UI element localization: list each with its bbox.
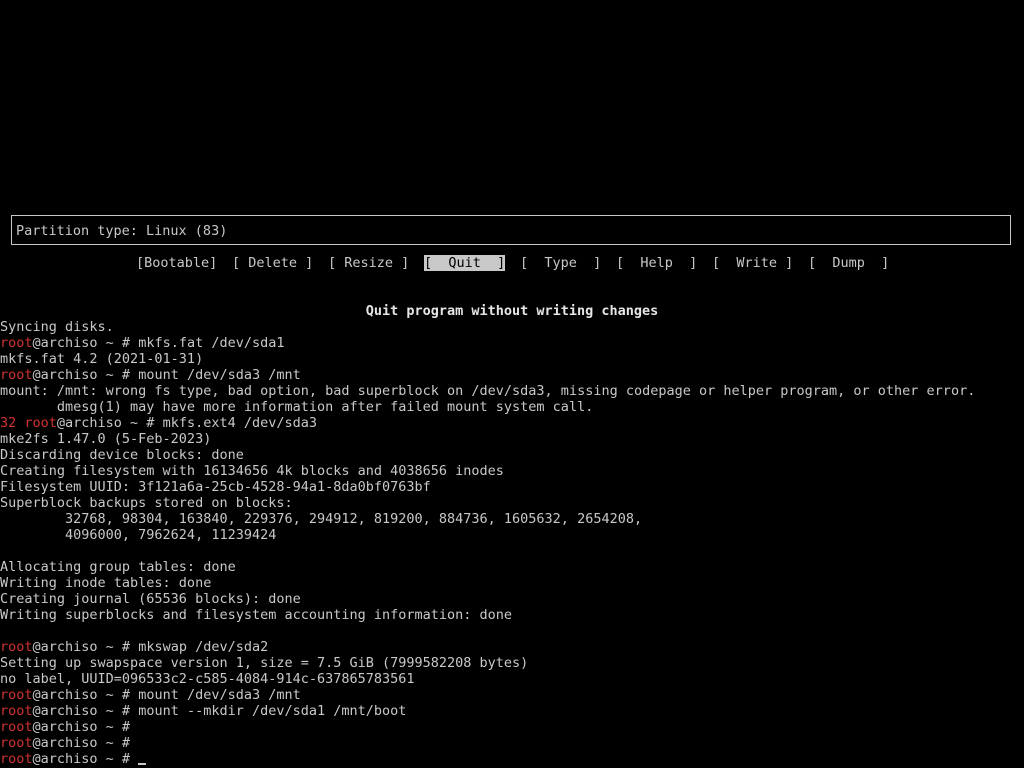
prompt-host: @archiso ~ # (32, 335, 139, 351)
prompt-line: root@archiso ~ # mkswap /dev/sda2 (0, 639, 1024, 655)
output-line: Allocating group tables: done (0, 559, 236, 575)
prompt-line: root@archiso ~ # mount --mkdir /dev/sda1… (0, 703, 1024, 719)
output-line: Setting up swapspace version 1, size = 7… (0, 655, 529, 671)
command-text: mount --mkdir /dev/sda1 /mnt/boot (138, 703, 407, 719)
partition-type-text: Partition type: Linux (83) (16, 223, 228, 239)
text-cursor (138, 763, 147, 765)
terminal-screen[interactable]: Partition type: Linux (83) [Bootable] [ … (0, 0, 1024, 768)
output-line: Creating journal (65536 blocks): done (0, 591, 301, 607)
output-line: Syncing disks. (0, 319, 114, 335)
prompt-host: @archiso ~ # (32, 751, 139, 767)
prompt-line: root@archiso ~ # mount /dev/sda3 /mnt (0, 687, 1024, 703)
prompt-host: @archiso ~ # (32, 703, 139, 719)
prompt-host: @archiso ~ # (32, 367, 139, 383)
prompt-user: root (0, 687, 33, 703)
prompt-user: root (24, 415, 57, 431)
output-line: mke2fs 1.47.0 (5-Feb-2023) (0, 431, 212, 447)
prompt-user: root (0, 639, 33, 655)
command-text: mkfs.fat /dev/sda1 (138, 335, 285, 351)
menu-quit-button[interactable]: [ Quit ] (424, 255, 506, 271)
output-line: mount: /mnt: wrong fs type, bad option, … (0, 383, 976, 399)
output-line: Creating filesystem with 16134656 4k blo… (0, 463, 504, 479)
partition-info-box: Partition type: Linux (83) (11, 215, 1011, 245)
cfdisk-menu-bar: [Bootable] [ Delete ] [ Resize ] [ Quit … (0, 255, 1024, 271)
exit-code: 32 (0, 415, 25, 431)
menu-write-button[interactable]: [ Write ] (712, 255, 793, 271)
output-line: no label, UUID=096533c2-c585-4084-914c-6… (0, 671, 415, 687)
menu-dump-button[interactable]: [ Dump ] (808, 255, 889, 271)
prompt-user: root (0, 367, 33, 383)
output-line: Discarding device blocks: done (0, 447, 244, 463)
prompt-user: root (0, 703, 33, 719)
prompt-line: 32 root@archiso ~ # mkfs.ext4 /dev/sda3 (0, 415, 1024, 431)
prompt-line: root@archiso ~ # (0, 735, 1024, 751)
output-line: Superblock backups stored on blocks: (0, 495, 293, 511)
menu-bootable-button[interactable]: [Bootable] (136, 255, 217, 271)
prompt-line: root@archiso ~ # (0, 719, 1024, 735)
prompt-host: @archiso ~ # (32, 687, 139, 703)
prompt-user: root (0, 719, 33, 735)
command-text: mount /dev/sda3 /mnt (138, 687, 301, 703)
command-text: mkfs.ext4 /dev/sda3 (162, 415, 318, 431)
output-line: 4096000, 7962624, 11239424 (0, 527, 277, 543)
prompt-line: root@archiso ~ # mount /dev/sda3 /mnt (0, 367, 1024, 383)
output-line: dmesg(1) may have more information after… (0, 399, 594, 415)
menu-delete-button[interactable]: [ Delete ] (232, 255, 313, 271)
prompt-user: root (0, 335, 33, 351)
output-line: Writing inode tables: done (0, 575, 212, 591)
prompt-host: @archiso ~ # (32, 735, 139, 751)
output-line: 32768, 98304, 163840, 229376, 294912, 81… (0, 511, 643, 527)
menu-type-button[interactable]: [ Type ] (520, 255, 601, 271)
prompt-user: root (0, 735, 33, 751)
menu-resize-button[interactable]: [ Resize ] (328, 255, 409, 271)
command-text: mount /dev/sda3 /mnt (138, 367, 301, 383)
output-line: mkfs.fat 4.2 (2021-01-31) (0, 351, 204, 367)
prompt-line: root@archiso ~ # mkfs.fat /dev/sda1 (0, 335, 1024, 351)
prompt-host: @archiso ~ # (56, 415, 163, 431)
active-prompt-line[interactable]: root@archiso ~ # (0, 751, 1024, 767)
output-line: Writing superblocks and filesystem accou… (0, 607, 513, 623)
prompt-host: @archiso ~ # (32, 639, 139, 655)
menu-help-button[interactable]: [ Help ] (616, 255, 697, 271)
terminal-output: Syncing disks. root@archiso ~ # mkfs.fat… (0, 319, 1024, 768)
prompt-host: @archiso ~ # (32, 719, 139, 735)
command-text: mkswap /dev/sda2 (138, 639, 269, 655)
prompt-user: root (0, 751, 33, 767)
status-message: Quit program without writing changes (365, 303, 659, 319)
output-line: Filesystem UUID: 3f121a6a-25cb-4528-94a1… (0, 479, 431, 495)
